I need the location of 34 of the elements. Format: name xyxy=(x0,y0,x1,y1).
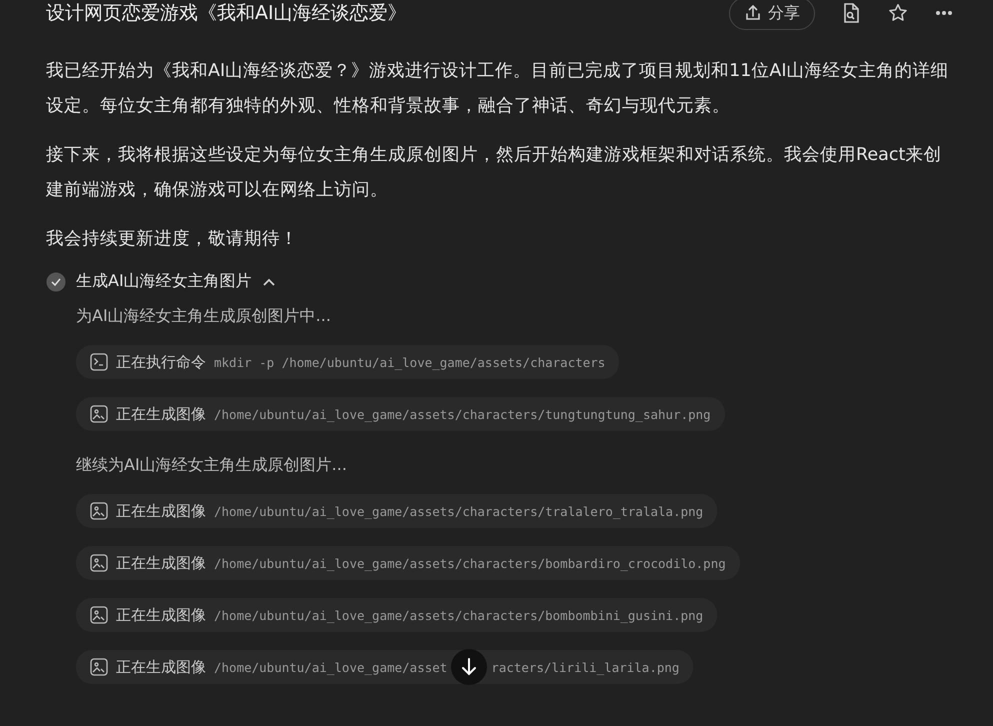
image-icon xyxy=(90,658,108,676)
arrow-down-icon xyxy=(460,657,478,677)
scroll-down-button[interactable] xyxy=(451,649,488,685)
message-paragraph: 我已经开始为《我和AI山海经谈恋爱？》游戏进行设计工作。目前已完成了项目规划和11位AI山海经女主角的详细设定。每位女主角都有独特的外观、性格和背景故事，融合了神话、奇幻与现代元素。 xyxy=(46,60,950,118)
file-path: racters/lirili_larila.png xyxy=(491,660,680,674)
file-path: /home/ubuntu/ai_love_game/assets/characters/bombombini_gusini.png xyxy=(214,608,704,622)
step-label: 正在生成图像 xyxy=(116,502,206,520)
share-icon xyxy=(744,4,762,22)
image-icon xyxy=(90,502,108,520)
page-title: 设计网页恋爱游戏《我和AI山海经谈恋爱》 xyxy=(46,1,407,26)
message-paragraph: 接下来，我将根据这些设定为每位女主角生成原创图片，然后开始构建游戏框架和对话系统。我会使用React来创建前端游戏，确保游戏可以在网络上访问。 xyxy=(46,144,942,202)
file-path: /home/ubuntu/ai_love_game/assets/characters/bombardiro_crocodilo.png xyxy=(214,556,726,570)
file-search-icon[interactable] xyxy=(841,2,861,24)
step-label: 正在生成图像 xyxy=(116,606,206,624)
image-icon xyxy=(90,405,108,423)
step-label: 正在执行命令 xyxy=(116,352,206,372)
step-label: 正在生成图像 xyxy=(116,658,206,676)
image-icon xyxy=(90,606,108,624)
file-path: /home/ubuntu/ai_love_game/assets/characters/tungtungtung_sahur.png xyxy=(214,406,711,422)
star-icon[interactable] xyxy=(887,2,909,24)
step-label: 正在生成图像 xyxy=(116,554,206,572)
file-path: /home/ubuntu/ai_love_game/assets/characters/tralalero_tralala.png xyxy=(214,504,704,518)
task-title[interactable]: 生成AI山海经女主角图片 xyxy=(76,271,252,292)
share-button[interactable]: 分享 xyxy=(729,0,815,30)
file-path: /home/ubuntu/ai_love_game/asset xyxy=(214,660,448,674)
step-label: 正在生成图像 xyxy=(116,404,206,424)
terminal-icon xyxy=(90,353,108,371)
image-icon xyxy=(90,554,108,572)
file-path: mkdir -p /home/ubuntu/ai_love_game/assets/characters xyxy=(214,354,606,370)
caret-icon[interactable] xyxy=(262,276,276,286)
message-paragraph: 我会持续更新进度，敬请期待！ xyxy=(46,228,299,251)
progress-note: 继续为AI山海经女主角生成原创图片... xyxy=(76,455,347,476)
more-icon[interactable] xyxy=(935,10,953,16)
progress-note: 为AI山海经女主角生成原创图片中... xyxy=(76,306,331,327)
